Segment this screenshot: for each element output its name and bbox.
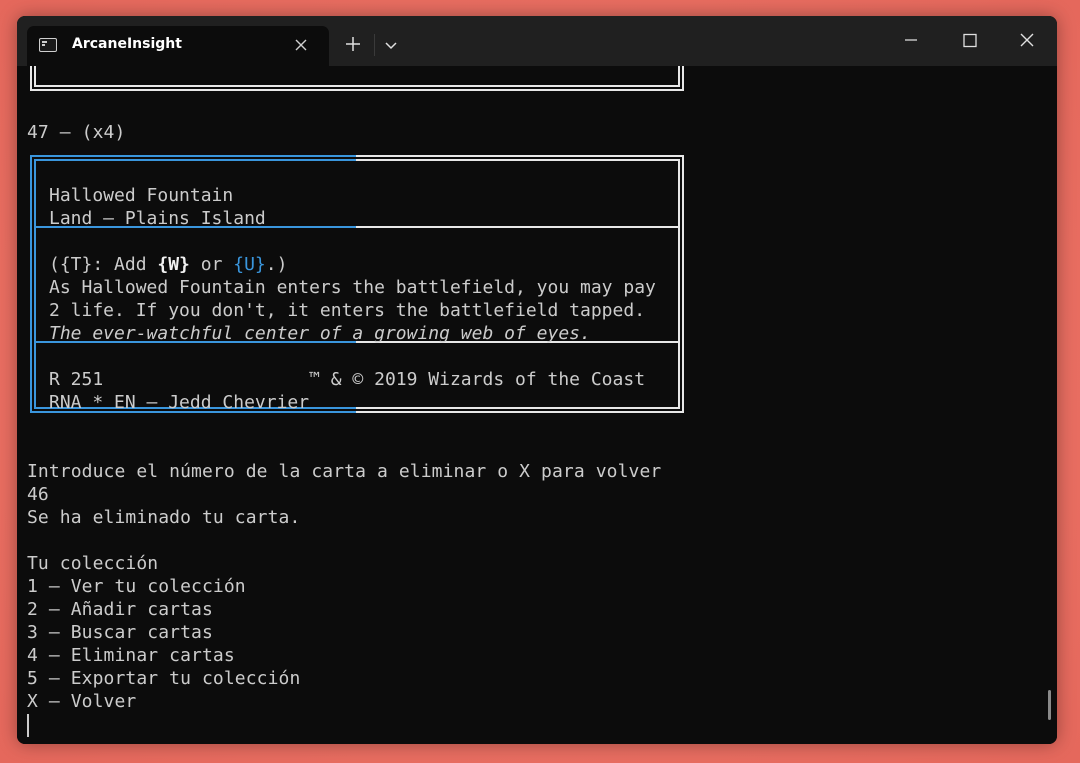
terminal-output[interactable]: 47 – (x4) Hallowed Fountain Land — Plain… — [17, 66, 1057, 744]
maximize-icon — [963, 33, 977, 48]
card-collector-line: R 251 ™ & © 2019 Wizards of the Coast — [49, 369, 646, 390]
scrollbar-thumb[interactable] — [1048, 690, 1051, 720]
menu-item-x: X – Volver — [27, 691, 137, 712]
terminal-icon — [39, 38, 57, 52]
tab-dropdown-button[interactable] — [379, 32, 403, 58]
chevron-down-icon — [385, 42, 397, 50]
text-cursor[interactable] — [27, 714, 29, 737]
menu-title: Tu colección — [27, 553, 159, 574]
menu-item-4: 4 – Eliminar cartas — [27, 645, 235, 666]
card-flavor-text: The ever-watchful center of a growing we… — [49, 323, 591, 344]
card-color-top-outer — [30, 155, 356, 157]
prompt-text: Introduce el número de la carta a elimin… — [27, 461, 662, 482]
card-set-line: RNA * EN — Jedd Chevrier — [49, 392, 310, 413]
close-tab-button[interactable] — [289, 32, 313, 58]
close-icon — [295, 39, 307, 51]
card-rules-line-2: As Hallowed Fountain enters the battlefi… — [49, 277, 656, 298]
minimize-icon — [905, 39, 917, 41]
plus-icon — [346, 37, 360, 51]
terminal-window: ArcaneInsight 47 – (x4) Hallowed Fountai… — [17, 16, 1057, 744]
tab-arcaneinsight[interactable]: ArcaneInsight — [27, 26, 329, 66]
rules-or: or — [189, 254, 234, 275]
card-color-top-inner — [34, 159, 356, 161]
card-color-left-inner — [34, 159, 36, 409]
close-window-button[interactable] — [999, 16, 1055, 66]
title-bar[interactable]: ArcaneInsight — [17, 16, 1057, 66]
input-echo: 46 — [27, 484, 49, 505]
menu-item-2: 2 – Añadir cartas — [27, 599, 213, 620]
card-rules-line-1: ({T}: Add {W} or {U}.) — [49, 253, 287, 276]
result-message: Se ha eliminado tu carta. — [27, 507, 301, 528]
card-rules-line-3: 2 life. If you don't, it enters the batt… — [49, 300, 646, 321]
rules-suffix: .) — [265, 254, 288, 275]
mana-symbol-u: {U} — [233, 254, 266, 275]
minimize-button[interactable] — [883, 16, 939, 66]
rules-prefix: ({T}: Add — [49, 254, 158, 275]
card-type-line: Land — Plains Island — [49, 208, 266, 229]
card-header: 47 – (x4) — [27, 122, 126, 143]
menu-item-5: 5 – Exportar tu colección — [27, 668, 301, 689]
tab-separator — [374, 34, 375, 56]
menu-item-1: 1 – Ver tu colección — [27, 576, 246, 597]
close-icon — [1020, 33, 1034, 47]
new-tab-button[interactable] — [339, 30, 367, 58]
mana-symbol-w: {W} — [157, 254, 190, 275]
card-color-left-outer — [30, 155, 32, 413]
previous-card-frame-inner — [34, 66, 680, 87]
menu-item-3: 3 – Buscar cartas — [27, 622, 213, 643]
tab-title: ArcaneInsight — [72, 36, 182, 52]
maximize-button[interactable] — [941, 16, 997, 66]
card-name: Hallowed Fountain — [49, 185, 234, 206]
